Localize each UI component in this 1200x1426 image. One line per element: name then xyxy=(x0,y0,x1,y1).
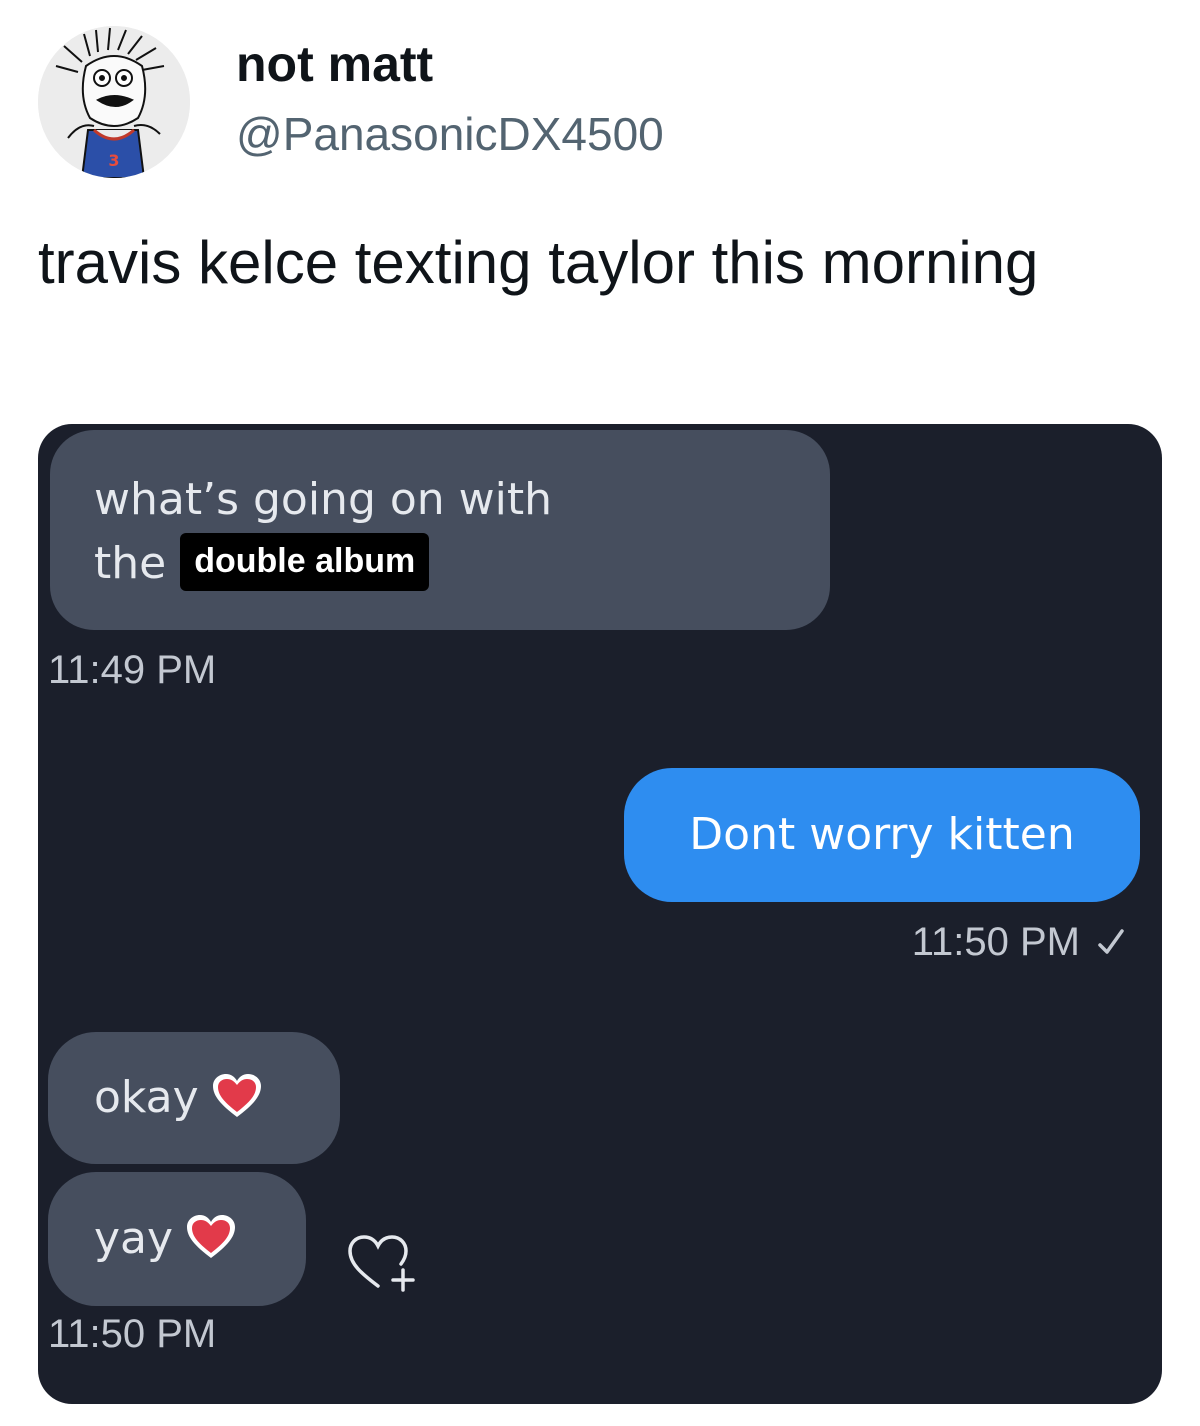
message-bubble-incoming: yay xyxy=(48,1172,306,1306)
display-name[interactable]: not matt xyxy=(236,34,433,94)
svg-text:3: 3 xyxy=(108,151,119,170)
chat-screenshot[interactable]: what’s going on with the double album 11… xyxy=(38,424,1162,1404)
avatar[interactable]: 3 xyxy=(38,26,190,178)
message-bubble-incoming: okay xyxy=(48,1032,340,1164)
message-status-row: 11:50 PM xyxy=(912,918,1128,966)
message-text: yay xyxy=(94,1213,174,1264)
red-heart-icon xyxy=(185,1213,237,1261)
overlay-label: double album xyxy=(180,533,430,591)
message-timestamp: 11:50 PM xyxy=(911,920,1080,964)
message-timestamp: 11:50 PM xyxy=(48,1312,217,1356)
sketch-avatar-icon: 3 xyxy=(38,26,190,178)
check-icon xyxy=(1098,929,1124,954)
message-text: okay xyxy=(94,1072,199,1123)
message-timestamp: 11:49 PM xyxy=(48,648,217,692)
user-handle[interactable]: @PanasonicDX4500 xyxy=(236,104,664,164)
message-bubble-incoming: what’s going on with the double album xyxy=(50,430,830,630)
message-text-line: what’s going on with xyxy=(94,474,553,525)
message-text: Dont worry kitten xyxy=(689,809,1075,860)
red-heart-icon xyxy=(211,1072,263,1120)
message-bubble-outgoing: Dont worry kitten xyxy=(624,768,1140,902)
message-text-line: the double album xyxy=(94,532,830,596)
tweet-text: travis kelce texting taylor this morning xyxy=(38,229,1039,296)
message-text-prefix: the xyxy=(94,538,167,589)
add-reaction-heart-icon[interactable] xyxy=(340,1224,424,1294)
